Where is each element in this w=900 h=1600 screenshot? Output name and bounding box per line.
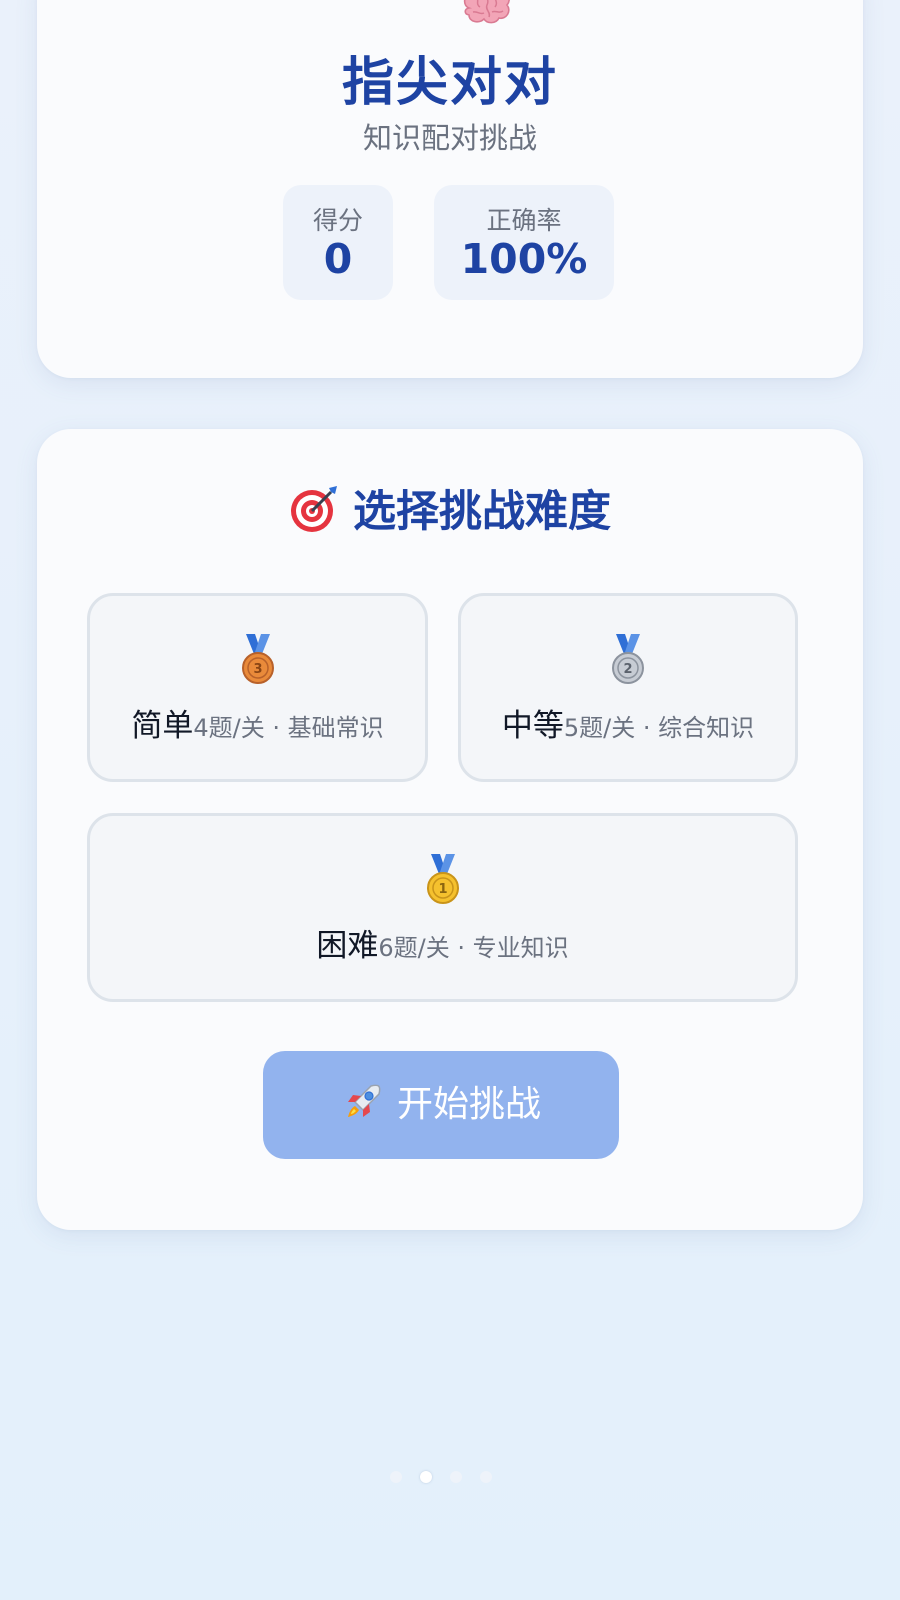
level-hard-option[interactable]: 1 困难6题/关 · 专业知识 — [87, 813, 798, 1002]
page-dot[interactable] — [390, 1471, 402, 1483]
level-hard-desc: 6题/关 · 专业知识 — [378, 934, 569, 962]
brain-icon — [463, 0, 510, 24]
page-dot[interactable] — [480, 1471, 492, 1483]
level-medium-text: 中等5题/关 · 综合知识 — [461, 700, 795, 745]
accuracy-label: 正确率 — [486, 206, 562, 235]
app-title: 指尖对对 — [341, 53, 558, 113]
target-icon — [291, 486, 337, 532]
svg-text:3: 3 — [253, 662, 262, 677]
silver-medal-icon: 2 — [612, 634, 644, 684]
bronze-medal-icon: 3 — [241, 634, 274, 684]
page-dot[interactable] — [450, 1471, 462, 1483]
accuracy-value: 100% — [460, 235, 588, 283]
level-medium-desc: 5题/关 · 综合知识 — [563, 714, 755, 742]
header-card: 指尖对对 知识配对挑战 得分 0 正确率 100% — [37, 0, 863, 378]
level-medium-option[interactable]: 2 中等5题/关 · 综合知识 — [458, 593, 798, 782]
score-value: 0 — [323, 235, 353, 283]
start-button-label: 开始挑战 — [396, 1084, 541, 1125]
level-medium-name: 中等 — [501, 708, 564, 744]
level-easy-text: 简单4题/关 · 基础常识 — [90, 700, 425, 745]
score-stat: 得分 0 — [283, 185, 393, 300]
difficulty-heading: 选择挑战难度 — [37, 477, 863, 539]
level-hard-text: 困难6题/关 · 专业知识 — [90, 920, 795, 965]
score-label: 得分 — [312, 206, 363, 235]
svg-text:1: 1 — [438, 882, 447, 897]
level-easy-name: 简单 — [131, 708, 194, 744]
accuracy-stat: 正确率 100% — [434, 185, 614, 300]
page-indicator — [390, 1468, 510, 1488]
difficulty-title: 选择挑战难度 — [353, 487, 611, 537]
level-easy-desc: 4题/关 · 基础常识 — [193, 714, 384, 742]
difficulty-card: 选择挑战难度 3 简单4题/关 · 基础常识 2 中等5题/关 · 综合知识 1… — [37, 429, 863, 1230]
svg-text:2: 2 — [623, 662, 632, 677]
level-easy-option[interactable]: 3 简单4题/关 · 基础常识 — [87, 593, 428, 782]
rocket-icon — [347, 1084, 381, 1117]
app-subtitle: 知识配对挑战 — [362, 121, 537, 155]
start-challenge-button[interactable]: 开始挑战 — [263, 1051, 619, 1159]
page-dot-active[interactable] — [420, 1471, 432, 1483]
level-hard-name: 困难 — [316, 928, 379, 964]
gold-medal-icon: 1 — [426, 854, 459, 904]
